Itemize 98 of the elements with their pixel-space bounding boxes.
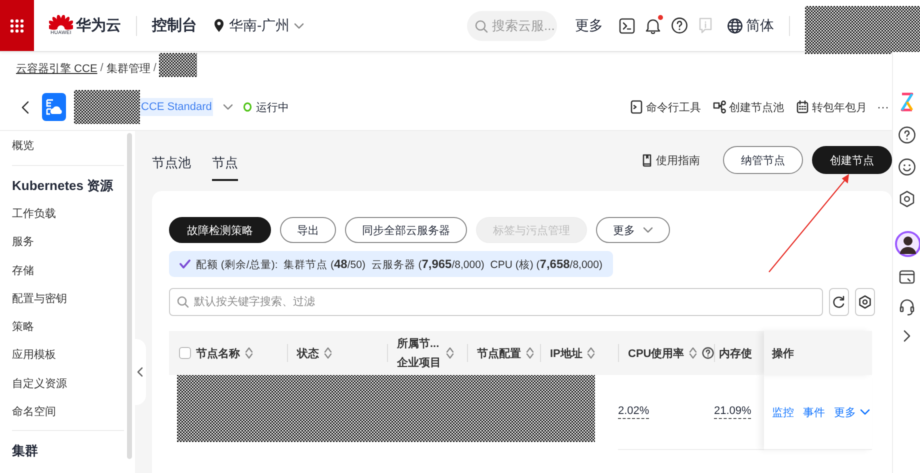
column-label: 所属节... xyxy=(397,336,440,351)
action-button[interactable]: 纳管节点 xyxy=(723,146,803,174)
calendar-icon xyxy=(796,100,809,114)
chevron-down-icon[interactable] xyxy=(222,104,233,110)
settings-icon[interactable] xyxy=(898,190,916,208)
table-cell: 2.02% xyxy=(618,405,650,419)
region-label: 华南-广州 xyxy=(229,16,290,34)
chevron-down-icon xyxy=(294,22,304,28)
dropdown-button[interactable]: 更多 xyxy=(596,217,670,243)
action-button[interactable]: 导出 xyxy=(280,217,336,243)
table-cell: 21.09% xyxy=(714,405,752,419)
flower-logo-icon xyxy=(49,15,73,31)
column-label: 操作 xyxy=(772,346,794,360)
grid-icon xyxy=(10,18,24,32)
search-field[interactable]: 搜索云服... xyxy=(467,10,557,40)
help-icon[interactable] xyxy=(898,126,916,144)
colorful-ribbon-icon[interactable] xyxy=(900,92,914,112)
column-label: 状态 xyxy=(297,346,319,360)
collapse-handle[interactable] xyxy=(134,339,146,405)
check-icon xyxy=(179,259,191,269)
sort-icon xyxy=(689,347,698,359)
refresh-icon xyxy=(832,295,846,309)
breadcrumb-separator: / xyxy=(100,62,104,74)
avatar-icon[interactable] xyxy=(894,230,920,260)
sidebar-item[interactable]: 自定义资源 xyxy=(12,370,124,398)
sidebar-item[interactable]: 概览 xyxy=(12,131,124,161)
filter-field[interactable]: 默认按关键字搜索、过滤 xyxy=(169,288,823,316)
breadcrumb-separator: / xyxy=(153,62,156,74)
toolbar-button[interactable]: 转包年包月 xyxy=(796,100,867,114)
sort-icon xyxy=(526,347,534,359)
column-label: 节点配置 xyxy=(477,346,521,360)
quota-text: 配额 (剩余/总量): 集群节点 (48/50) 云服务器 (7,965/8,000) CPU (核) (7,658/8,000) xyxy=(196,256,602,272)
checkbox[interactable] xyxy=(179,347,191,359)
column-label: IP地址 xyxy=(550,346,582,360)
card-icon[interactable] xyxy=(898,270,914,284)
settings-icon xyxy=(858,295,872,309)
section-heading: 集群 xyxy=(12,442,39,460)
toolbar-button[interactable]: 创建节点池 xyxy=(713,100,784,114)
sidebar-item[interactable]: 存储 xyxy=(12,256,124,285)
language-selector[interactable]: 简体 xyxy=(727,16,774,34)
smiley-icon[interactable] xyxy=(898,158,916,176)
redaction-mask xyxy=(159,53,198,77)
cluster-cloud-icon xyxy=(42,93,66,121)
refresh-button[interactable] xyxy=(829,288,849,316)
brand-name: 华为云 xyxy=(76,16,121,35)
action-link[interactable]: 更多 xyxy=(834,404,870,420)
location-pin-icon xyxy=(213,18,225,33)
sidebar-item[interactable]: 配置与密钥 xyxy=(12,284,124,314)
action-button[interactable]: 创建节点 xyxy=(812,146,892,174)
action-link[interactable]: 监控 xyxy=(772,404,794,420)
sort-icon xyxy=(245,347,253,359)
breadcrumb-link[interactable]: 云容器引擎 CCE xyxy=(16,60,98,76)
status-ring-icon xyxy=(242,102,252,112)
node-graph-icon xyxy=(713,100,726,114)
breadcrumb-item[interactable]: 集群管理 xyxy=(106,60,150,76)
sort-icon xyxy=(324,347,332,359)
help-icon[interactable] xyxy=(671,17,688,34)
redaction-mask xyxy=(74,90,140,124)
action-button[interactable]: 故障检测策略 xyxy=(169,217,271,243)
guide-link[interactable]: 使用指南 xyxy=(642,152,700,168)
section-heading: Kubernetes 资源 xyxy=(12,177,114,195)
action-button[interactable]: 同步全部云服务器 xyxy=(345,217,467,243)
back-chevron-icon[interactable] xyxy=(21,100,29,114)
sidebar-item[interactable]: 服务 xyxy=(12,228,124,257)
book-icon xyxy=(642,154,652,166)
globe-icon xyxy=(727,18,743,34)
sort-icon xyxy=(587,347,596,359)
chevron-down-icon xyxy=(860,409,870,415)
settings-button[interactable] xyxy=(855,288,875,316)
help-icon xyxy=(702,347,714,359)
status-label: 运行中 xyxy=(256,100,289,114)
region-selector[interactable]: 华南-广州 xyxy=(213,16,304,34)
toolbar-button[interactable]: 命令行工具 xyxy=(630,100,701,114)
chevron-down-icon xyxy=(643,227,653,233)
chevron-left-icon xyxy=(137,367,143,377)
column-label: 节点名称 xyxy=(196,346,240,360)
sidebar-item[interactable]: 命名空间 xyxy=(12,398,124,426)
sidebar-item[interactable]: 策略 xyxy=(12,313,124,342)
column-label: 企业项目 xyxy=(397,356,441,370)
more-button[interactable]: ··· xyxy=(877,100,889,114)
console-title: 控制台 xyxy=(152,16,197,35)
action-link[interactable]: 事件 xyxy=(803,404,825,420)
edition-tag: CCE Standard xyxy=(140,98,213,116)
tab[interactable]: 节点 xyxy=(212,139,238,181)
chevron-right-icon[interactable] xyxy=(902,330,910,342)
more-menu[interactable]: 更多 xyxy=(575,16,603,34)
tab[interactable]: 节点池 xyxy=(152,139,191,181)
apps-menu-button[interactable] xyxy=(0,0,34,51)
headset-icon[interactable] xyxy=(898,298,914,316)
terminal-icon[interactable] xyxy=(619,18,635,34)
column-label: CPU使用率 xyxy=(628,346,684,360)
scrollbar[interactable] xyxy=(127,133,132,459)
sidebar-item[interactable]: 应用模板 xyxy=(12,341,124,370)
sidebar-item[interactable]: 工作负载 xyxy=(12,200,124,228)
bell-icon[interactable] xyxy=(645,17,661,34)
sort-icon xyxy=(446,347,454,359)
column-label: 内存使 xyxy=(719,346,752,360)
terminal-icon xyxy=(630,100,643,114)
